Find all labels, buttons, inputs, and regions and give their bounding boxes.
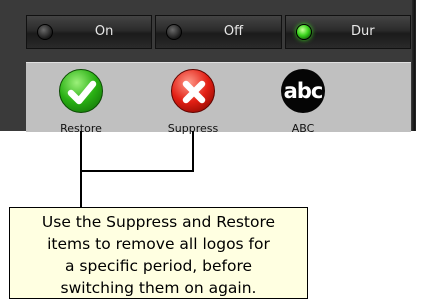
toggle-label: Dur	[351, 24, 375, 39]
led-indicator-active-icon	[295, 24, 312, 40]
callout-line: Use the Suppress and Restore	[41, 213, 276, 231]
callout-line: switching them on again.	[60, 279, 257, 297]
callout-line: a specific period, before	[64, 257, 253, 275]
toggle-off-button[interactable]: Off	[155, 15, 282, 49]
toggle-on-button[interactable]: On	[26, 15, 153, 49]
led-indicator-icon	[37, 24, 53, 40]
connector-line	[80, 131, 82, 207]
toggle-duration-button[interactable]: Dur	[284, 15, 411, 49]
abc-item[interactable]: abc ABC	[263, 69, 343, 135]
abc-label: ABC	[291, 122, 315, 135]
suppress-item[interactable]: Suppress	[153, 69, 233, 135]
callout-line: items to remove all logos for	[47, 235, 270, 253]
logo-panel: Restore Suppress abc ABC	[26, 62, 411, 135]
mode-toggle-bar: On Off Dur	[26, 15, 411, 49]
led-indicator-icon	[166, 24, 183, 40]
checkmark-icon[interactable]	[59, 69, 103, 113]
callout-note: Use the Suppress and Restore items to re…	[9, 207, 308, 299]
toggle-label: On	[94, 24, 114, 39]
x-icon[interactable]	[171, 69, 215, 113]
connector-line	[80, 170, 194, 172]
toggle-label: Off	[223, 24, 244, 39]
connector-line	[192, 131, 194, 172]
abc-logo-icon[interactable]: abc	[281, 69, 325, 113]
restore-item[interactable]: Restore	[41, 69, 121, 135]
